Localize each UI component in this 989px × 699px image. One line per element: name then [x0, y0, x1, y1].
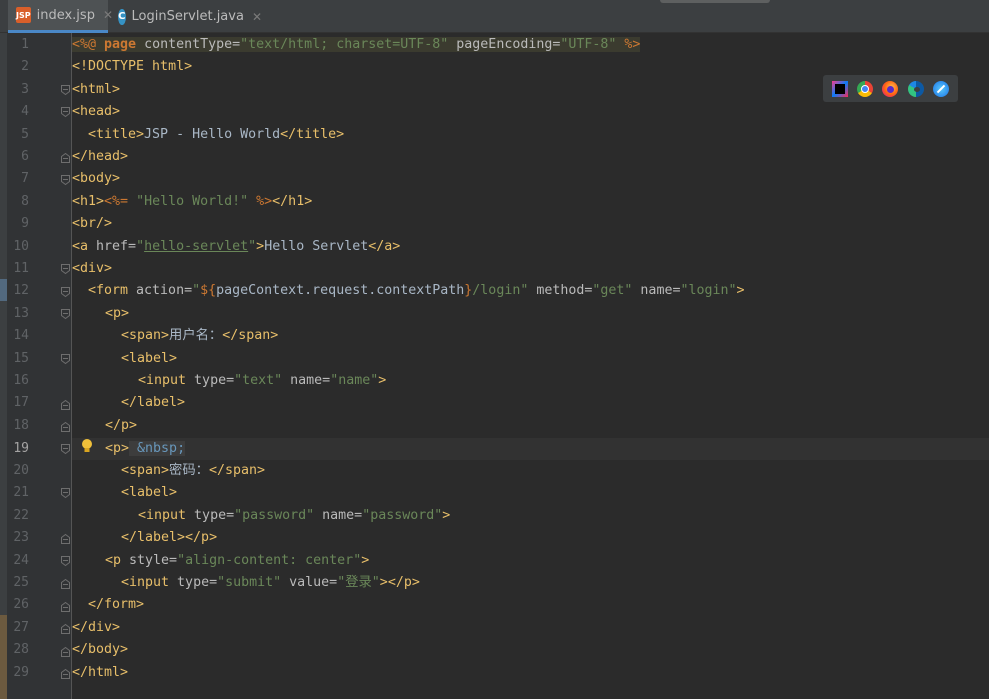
- code-line: <!DOCTYPE html>: [72, 59, 193, 74]
- code-line: <head>: [72, 104, 121, 119]
- code-line: </html>: [72, 665, 129, 680]
- fold-open-icon[interactable]: [61, 175, 70, 186]
- fold-open-icon[interactable]: [61, 287, 70, 298]
- code-line: <%@ page contentType="text/html; charset…: [72, 37, 641, 52]
- fold-open-icon[interactable]: [61, 264, 70, 275]
- code-line: <body>: [72, 171, 121, 186]
- fold-open-icon[interactable]: [61, 444, 70, 455]
- code-line: </head>: [72, 149, 129, 164]
- code-line: </label></p>: [121, 530, 218, 545]
- code-line: <h1><%= "Hello World!" %></h1>: [72, 194, 313, 209]
- fold-open-icon[interactable]: [61, 309, 70, 320]
- code-line-current: <p> &nbsp;: [105, 441, 186, 456]
- browser-preview-toolbar: [823, 75, 958, 102]
- code-line: <span>密码：</span>: [121, 463, 265, 478]
- code-line: <label>: [121, 485, 178, 500]
- chrome-icon[interactable]: [857, 80, 874, 97]
- code-line: </div>: [72, 620, 121, 635]
- fold-close-icon[interactable]: [61, 152, 70, 163]
- code-line: <html>: [72, 82, 121, 97]
- code-line: </p>: [105, 418, 138, 433]
- link-hello-servlet[interactable]: hello-servlet: [144, 239, 248, 254]
- code-editor[interactable]: <%@ page contentType="text/html; charset…: [72, 33, 989, 699]
- code-line: <br/>: [72, 216, 113, 231]
- fold-open-icon[interactable]: [61, 354, 70, 365]
- fold-open-icon[interactable]: [61, 107, 70, 118]
- fold-open-icon[interactable]: [61, 488, 70, 499]
- fold-close-icon[interactable]: [61, 668, 70, 679]
- safari-icon[interactable]: [933, 80, 950, 97]
- fold-close-icon[interactable]: [61, 646, 70, 657]
- code-line: <label>: [121, 351, 178, 366]
- code-line: <div>: [72, 261, 113, 276]
- fold-open-icon[interactable]: [61, 85, 70, 96]
- code-line: <input type="text" name="name">: [138, 373, 387, 388]
- firefox-icon[interactable]: [882, 80, 899, 97]
- code-line: </form>: [88, 597, 145, 612]
- code-line: <p>: [105, 306, 130, 321]
- edge-icon[interactable]: [907, 80, 924, 97]
- fold-close-icon[interactable]: [61, 623, 70, 634]
- fold-close-icon[interactable]: [61, 578, 70, 589]
- fold-close-icon[interactable]: [61, 533, 70, 544]
- code-line: </body>: [72, 642, 129, 657]
- code-line: <p style="align-content: center">: [105, 553, 370, 568]
- code-line: <form action="${pageContext.request.cont…: [88, 283, 745, 298]
- fold-close-icon[interactable]: [61, 399, 70, 410]
- code-line: <a href="hello-servlet">Hello Servlet</a…: [72, 239, 401, 254]
- code-line: <title>JSP - Hello World</title>: [88, 127, 345, 142]
- fold-open-icon[interactable]: [61, 556, 70, 567]
- fold-close-icon[interactable]: [61, 421, 70, 432]
- code-line: <input type="submit" value="登录"></p>: [121, 575, 420, 590]
- code-line: <input type="password" name="password">: [138, 508, 451, 523]
- intellij-icon[interactable]: [831, 80, 848, 97]
- code-line: </label>: [121, 395, 186, 410]
- code-line: <span>用户名：</span>: [121, 328, 279, 343]
- fold-close-icon[interactable]: [61, 601, 70, 612]
